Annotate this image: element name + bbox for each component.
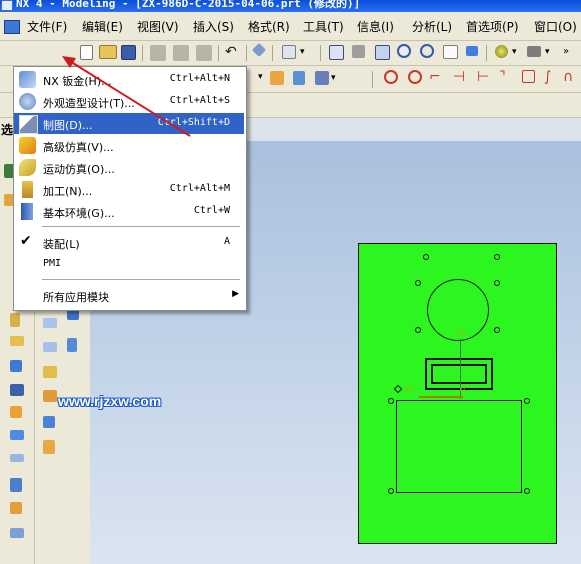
arrow-shaft — [67, 59, 191, 137]
annotation-arrow — [62, 56, 191, 137]
arrow-head — [62, 56, 76, 68]
watermark-text: www.rjzxw.com — [58, 393, 162, 409]
